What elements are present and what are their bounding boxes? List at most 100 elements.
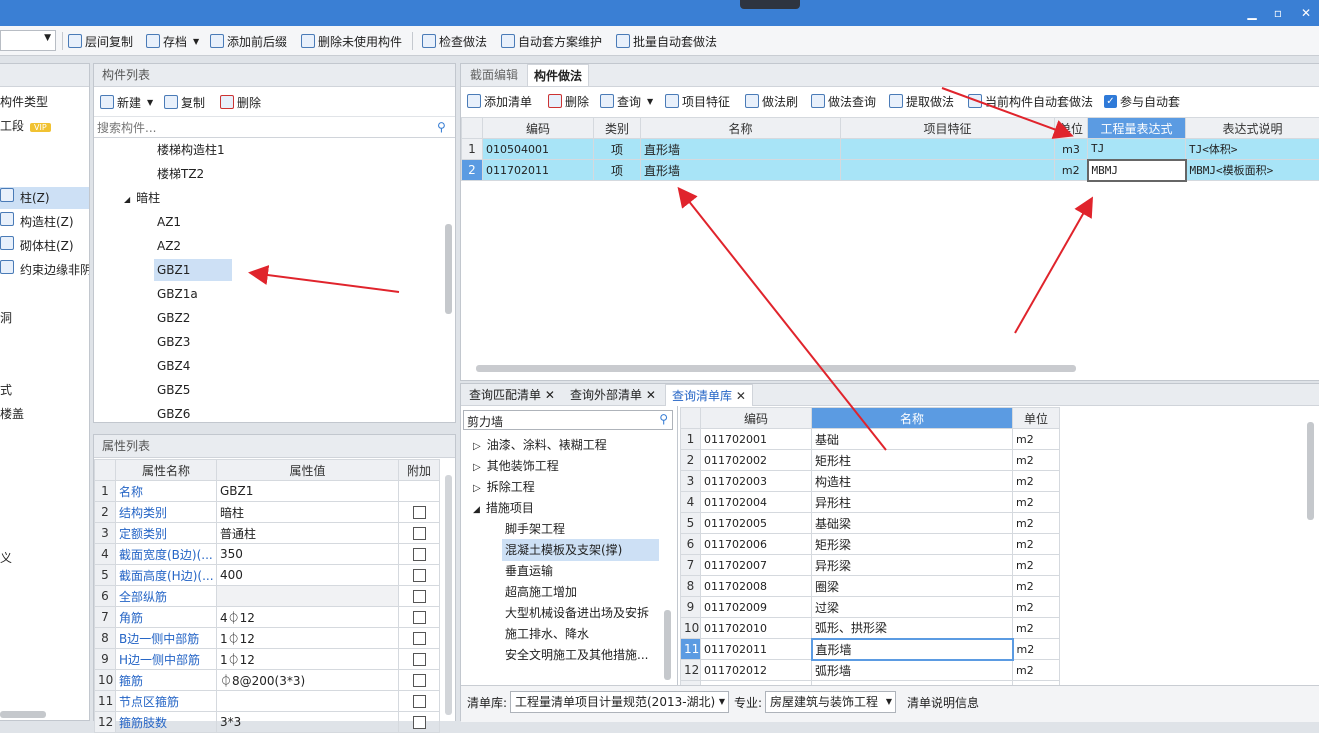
extra-checkbox[interactable]: [413, 632, 426, 645]
tree-item[interactable]: GBZ2: [157, 307, 190, 329]
nav-item-hole[interactable]: 洞: [0, 307, 12, 329]
library-name[interactable]: 直形墙: [812, 639, 1013, 660]
extra-checkbox[interactable]: [413, 674, 426, 687]
property-value[interactable]: [217, 691, 399, 712]
nav-item-masonry-column[interactable]: 砌体柱(Z): [0, 235, 74, 257]
archive-button[interactable]: 存档▼: [146, 32, 199, 50]
tree-node-formwork-selected[interactable]: 混凝土模板及支架(撑): [502, 539, 659, 561]
item-code[interactable]: 010504001: [483, 139, 594, 160]
library-code[interactable]: 011702008: [701, 576, 812, 597]
item-name[interactable]: 直形墙: [641, 160, 841, 181]
add-list-button[interactable]: 添加清单: [467, 92, 532, 110]
tab-list-library[interactable]: 查询清单库 ✕: [665, 384, 753, 406]
library-row[interactable]: 11011702011直形墙m2: [681, 639, 1060, 660]
tree-item[interactable]: 楼梯构造柱1: [157, 139, 225, 161]
property-row[interactable]: 7角筋4⏀12: [95, 607, 440, 628]
library-name[interactable]: 异形梁: [812, 555, 1013, 576]
extra-checkbox[interactable]: [413, 548, 426, 561]
nav-item-constructional-column[interactable]: 构造柱(Z): [0, 211, 74, 233]
property-value[interactable]: [217, 586, 399, 607]
tree-item[interactable]: GBZ3: [157, 331, 190, 353]
component-list-scrollbar[interactable]: [445, 224, 452, 314]
library-name[interactable]: 弧形、拱形梁: [812, 618, 1013, 639]
method-row[interactable]: 1010504001项直形墙m3TJTJ<体积>: [462, 139, 1319, 160]
property-value[interactable]: 1⏀12: [217, 628, 399, 649]
method-brush-button[interactable]: 做法刷: [745, 92, 798, 110]
library-search-input[interactable]: 剪力墙 ⚲: [463, 410, 673, 430]
new-component-button[interactable]: 新建▼: [100, 93, 153, 111]
tree-item-selected[interactable]: GBZ1: [154, 259, 232, 281]
library-unit[interactable]: m2: [1013, 576, 1060, 597]
tree-node-demolition[interactable]: ▷拆除工程: [473, 476, 535, 498]
delete-unused-button[interactable]: 删除未使用构件: [301, 32, 402, 50]
library-unit[interactable]: m2: [1013, 492, 1060, 513]
library-row[interactable]: 12011702012弧形墙m2: [681, 660, 1060, 681]
close-icon[interactable]: ✕: [545, 388, 555, 402]
tab-match-list[interactable]: 查询匹配清单 ✕: [463, 384, 561, 406]
specialty-select[interactable]: 房屋建筑与装饰工程▼: [765, 691, 896, 713]
library-row[interactable]: 7011702007异形梁m2: [681, 555, 1060, 576]
library-table-scrollbar[interactable]: [1307, 422, 1314, 520]
search-icon[interactable]: ⚲: [437, 120, 446, 134]
item-feature[interactable]: [841, 139, 1055, 160]
query-button[interactable]: 查询▼: [600, 92, 653, 110]
item-feature[interactable]: [841, 160, 1055, 181]
library-unit[interactable]: m2: [1013, 639, 1060, 660]
item-unit[interactable]: m3: [1055, 139, 1088, 160]
delete-method-button[interactable]: 删除: [548, 92, 589, 110]
tree-node-drainage[interactable]: 施工排水、降水: [505, 623, 589, 645]
tree-item[interactable]: GBZ1a: [157, 283, 198, 305]
tab-external-list[interactable]: 查询外部清单 ✕: [564, 384, 662, 406]
library-unit[interactable]: m2: [1013, 429, 1060, 450]
library-unit[interactable]: m2: [1013, 450, 1060, 471]
library-name[interactable]: 矩形梁: [812, 534, 1013, 555]
nav-scrollbar[interactable]: [0, 711, 46, 718]
property-row[interactable]: 4截面宽度(B边)(...350: [95, 544, 440, 565]
library-code[interactable]: 011702009: [701, 597, 812, 618]
extra-checkbox[interactable]: [413, 506, 426, 519]
property-row[interactable]: 3定额类别普通柱: [95, 523, 440, 544]
tab-component-method[interactable]: 构件做法: [527, 64, 589, 86]
library-code[interactable]: 011702003: [701, 471, 812, 492]
library-unit[interactable]: m2: [1013, 513, 1060, 534]
item-type[interactable]: 项: [594, 139, 641, 160]
property-row[interactable]: 1名称GBZ1: [95, 481, 440, 502]
extra-checkbox[interactable]: [413, 569, 426, 582]
library-row[interactable]: 8011702008圈梁m2: [681, 576, 1060, 597]
library-row[interactable]: 9011702009过梁m2: [681, 597, 1060, 618]
tree-node-safety[interactable]: 安全文明施工及其他措施...: [505, 644, 648, 666]
tree-group-hidden-column[interactable]: ◢暗柱: [124, 187, 160, 209]
property-row[interactable]: 8B边一侧中部筋1⏀12: [95, 628, 440, 649]
library-code[interactable]: 011702001: [701, 429, 812, 450]
extra-checkbox[interactable]: [413, 590, 426, 603]
library-row[interactable]: 10011702010弧形、拱形梁m2: [681, 618, 1060, 639]
library-code[interactable]: 011702011: [701, 639, 812, 660]
item-name[interactable]: 直形墙: [641, 139, 841, 160]
tree-node-paint[interactable]: ▷油漆、涂料、裱糊工程: [473, 434, 607, 456]
library-unit[interactable]: m2: [1013, 660, 1060, 681]
tree-node-high-rise[interactable]: 超高施工增加: [505, 581, 577, 603]
participate-auto-checkbox[interactable]: ✓参与自动套: [1104, 92, 1180, 110]
library-unit[interactable]: m2: [1013, 471, 1060, 492]
library-code[interactable]: 011702007: [701, 555, 812, 576]
floor-dropdown[interactable]: ▼: [0, 30, 56, 51]
batch-auto-button[interactable]: 批量自动套做法: [616, 32, 717, 50]
property-value[interactable]: 3*3: [217, 712, 399, 733]
tab-section-edit[interactable]: 截面编辑: [464, 64, 524, 86]
library-unit[interactable]: m2: [1013, 534, 1060, 555]
minimize-icon[interactable]: ▁: [1242, 4, 1262, 22]
library-code[interactable]: 011702004: [701, 492, 812, 513]
extra-checkbox[interactable]: [413, 716, 426, 729]
auto-scheme-button[interactable]: 自动套方案维护: [501, 32, 602, 50]
nav-item-floor-cover[interactable]: 楼盖: [0, 403, 24, 425]
library-name[interactable]: 弧形墙: [812, 660, 1013, 681]
property-value[interactable]: 暗柱: [217, 502, 399, 523]
nav-item-edge[interactable]: 约束边缘非阴: [0, 259, 89, 281]
nav-item-type[interactable]: 构件类型: [0, 91, 48, 113]
nav-item-column[interactable]: 柱(Z): [0, 187, 89, 209]
extra-checkbox[interactable]: [413, 695, 426, 708]
nav-item-section[interactable]: 工段VIP: [0, 115, 51, 137]
restore-icon[interactable]: ▫: [1268, 4, 1288, 22]
library-code[interactable]: 011702010: [701, 618, 812, 639]
copy-component-button[interactable]: 复制: [164, 93, 205, 111]
